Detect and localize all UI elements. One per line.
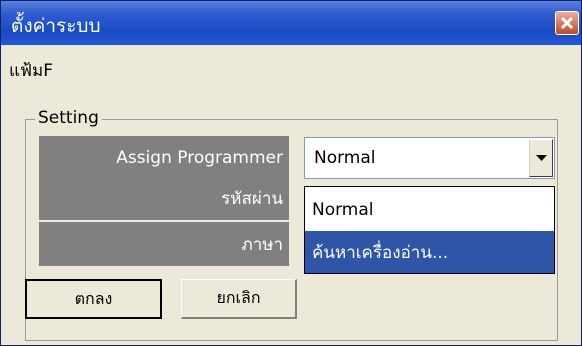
field-label: ภาษา	[241, 234, 283, 255]
settings-dialog: ตั้งค่าระบบ แฟ้มF Setting Assign Program…	[0, 0, 582, 346]
dropdown-list: Normal ค้นหาเครื่องอ่าน...	[304, 186, 555, 274]
dropdown-option-search-reader[interactable]: ค้นหาเครื่องอ่าน...	[305, 231, 554, 273]
password-label: รหัสผ่าน	[39, 176, 289, 220]
field-label: Assign Programmer	[116, 148, 283, 168]
dropdown-arrow-icon	[536, 155, 547, 161]
close-icon	[560, 16, 574, 30]
dropdown-option-normal[interactable]: Normal	[305, 189, 554, 231]
select-value: Normal	[314, 148, 376, 168]
title-bar[interactable]: ตั้งค่าระบบ	[1, 1, 581, 45]
assign-programmer-select[interactable]: Normal	[304, 137, 555, 179]
window-title: ตั้งค่าระบบ	[11, 15, 101, 37]
language-label: ภาษา	[39, 222, 289, 266]
cancel-button[interactable]: ยกเลิก	[181, 279, 297, 319]
menu-file[interactable]: แฟ้มF	[9, 57, 53, 84]
dropdown-button[interactable]	[529, 139, 553, 177]
close-button[interactable]	[555, 11, 579, 35]
field-label: รหัสผ่าน	[221, 188, 283, 209]
ok-button[interactable]: ตกลง	[25, 279, 162, 319]
groupbox-label: Setting	[35, 108, 102, 128]
assign-programmer-label: Assign Programmer	[39, 136, 289, 180]
